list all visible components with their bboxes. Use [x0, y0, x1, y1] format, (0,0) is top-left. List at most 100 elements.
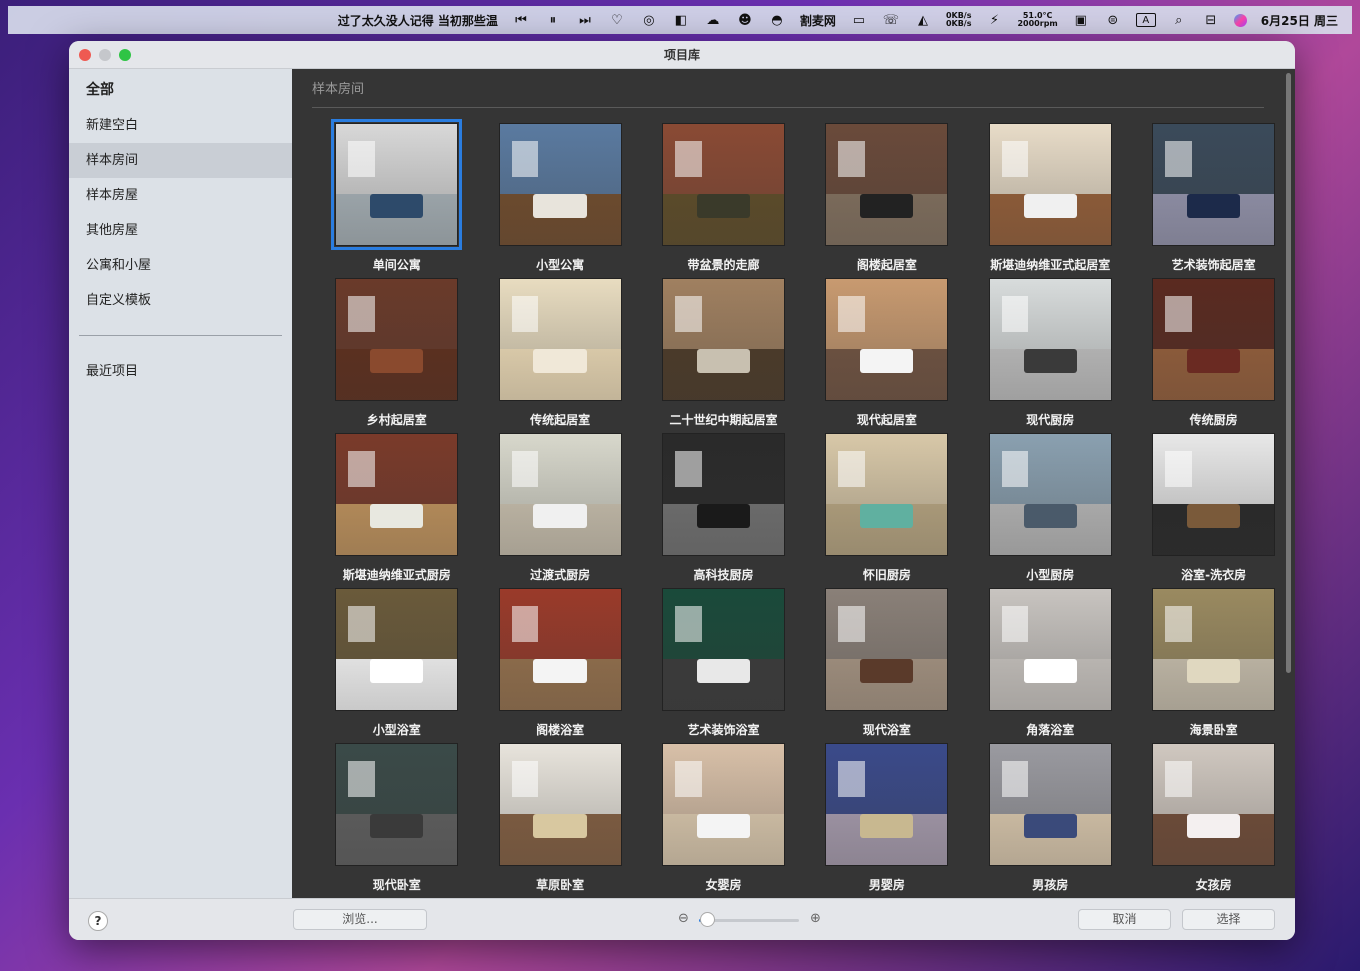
previous-track-icon[interactable]: ⏮: [512, 13, 530, 28]
browse-button[interactable]: 浏览...: [293, 909, 427, 930]
room-thumbnail[interactable]: [335, 433, 459, 556]
room-thumbnail[interactable]: [498, 433, 622, 556]
room-thumbnail[interactable]: [661, 588, 785, 711]
room-thumbnail[interactable]: [825, 278, 949, 401]
room-template-item[interactable]: 传统厨房: [1132, 278, 1295, 433]
room-thumbnail[interactable]: [1152, 588, 1276, 711]
close-button[interactable]: [79, 49, 91, 61]
room-thumbnail[interactable]: [331, 119, 463, 250]
room-template-item[interactable]: 小型厨房: [969, 433, 1132, 588]
room-thumbnail[interactable]: [988, 278, 1112, 401]
room-thumbnail[interactable]: [825, 123, 949, 246]
room-thumbnail[interactable]: [1152, 433, 1276, 556]
room-thumbnail[interactable]: [825, 588, 949, 711]
room-template-item[interactable]: 带盆景的走廊: [642, 123, 805, 278]
room-thumbnail[interactable]: [661, 743, 785, 866]
zoom-in-icon[interactable]: ⊕: [810, 911, 821, 926]
room-template-item[interactable]: 阁楼起居室: [805, 123, 968, 278]
room-thumbnail[interactable]: [825, 743, 949, 866]
room-template-item[interactable]: 海景卧室: [1132, 588, 1295, 743]
room-template-item[interactable]: 艺术装饰起居室: [1132, 123, 1295, 278]
room-thumbnail[interactable]: [498, 278, 622, 401]
clipboard-icon[interactable]: ⊜: [1104, 13, 1122, 28]
room-template-item[interactable]: 现代卧室: [315, 743, 478, 898]
network-icon[interactable]: ◓: [768, 13, 786, 28]
room-template-item[interactable]: 女婴房: [642, 743, 805, 898]
cat-head-icon[interactable]: ◭: [914, 13, 932, 28]
room-template-item[interactable]: 二十世纪中期起居室: [642, 278, 805, 433]
sidebar-item-other-houses[interactable]: 其他房屋: [69, 213, 292, 248]
room-template-item[interactable]: 草原卧室: [478, 743, 641, 898]
music-app-icon[interactable]: ◎: [640, 13, 658, 28]
room-template-item[interactable]: 单间公寓: [315, 119, 478, 278]
room-template-item[interactable]: 艺术装饰浴室: [642, 588, 805, 743]
siri-icon[interactable]: [1233, 13, 1247, 27]
room-template-item[interactable]: 小型浴室: [315, 588, 478, 743]
next-track-icon[interactable]: ⏭: [576, 13, 594, 28]
sidebar-item-sample-houses[interactable]: 样本房屋: [69, 178, 292, 213]
room-template-item[interactable]: 现代浴室: [805, 588, 968, 743]
room-template-item[interactable]: 传统起居室: [478, 278, 641, 433]
sidebar-item-new-blank[interactable]: 新建空白: [69, 108, 292, 143]
cloud-app-icon[interactable]: ☁: [704, 13, 722, 28]
cancel-button[interactable]: 取消: [1078, 909, 1171, 930]
room-thumbnail[interactable]: [498, 743, 622, 866]
room-thumbnail[interactable]: [661, 433, 785, 556]
display-icon[interactable]: ▭: [850, 13, 868, 28]
zoom-out-icon[interactable]: ⊖: [678, 911, 689, 926]
room-template-item[interactable]: 现代厨房: [969, 278, 1132, 433]
room-template-item[interactable]: 角落浴室: [969, 588, 1132, 743]
minimize-button[interactable]: [99, 49, 111, 61]
vertical-scrollbar[interactable]: [1286, 73, 1291, 673]
cat-app-icon[interactable]: ☻: [736, 13, 754, 28]
zoom-button[interactable]: [119, 49, 131, 61]
room-thumbnail[interactable]: [335, 278, 459, 401]
room-template-item[interactable]: 乡村起居室: [315, 278, 478, 433]
room-template-item[interactable]: 阁楼浴室: [478, 588, 641, 743]
date-time[interactable]: 6月25日 周三: [1261, 12, 1338, 29]
room-thumbnail[interactable]: [988, 433, 1112, 556]
control-center-icon[interactable]: ⊟: [1202, 13, 1220, 28]
room-thumbnail[interactable]: [988, 123, 1112, 246]
sidebar-item-custom-templates[interactable]: 自定义模板: [69, 283, 292, 318]
room-template-item[interactable]: 斯堪迪纳维亚式厨房: [315, 433, 478, 588]
room-template-item[interactable]: 斯堪迪纳维亚式起居室: [969, 123, 1132, 278]
sensor-readout[interactable]: 51.0°C 2000rpm: [1017, 12, 1057, 28]
d-app-icon[interactable]: ◧: [672, 13, 690, 28]
sidebar-item-sample-rooms[interactable]: 样本房间: [69, 143, 292, 178]
pause-icon[interactable]: ⏸: [544, 13, 562, 28]
room-template-item[interactable]: 怀旧厨房: [805, 433, 968, 588]
room-thumbnail[interactable]: [988, 588, 1112, 711]
room-thumbnail[interactable]: [661, 123, 785, 246]
room-template-item[interactable]: 现代起居室: [805, 278, 968, 433]
room-template-item[interactable]: 小型公寓: [478, 123, 641, 278]
room-thumbnail[interactable]: [988, 743, 1112, 866]
room-thumbnail[interactable]: [661, 278, 785, 401]
photo-icon[interactable]: ▣: [1072, 13, 1090, 28]
room-template-item[interactable]: 浴室-洗衣房: [1132, 433, 1295, 588]
room-template-item[interactable]: 过渡式厨房: [478, 433, 641, 588]
sidebar-item-all[interactable]: 全部: [69, 73, 292, 108]
room-template-item[interactable]: 男孩房: [969, 743, 1132, 898]
select-button[interactable]: 选择: [1182, 909, 1275, 930]
room-template-item[interactable]: 男婴房: [805, 743, 968, 898]
room-thumbnail[interactable]: [335, 588, 459, 711]
input-method-icon[interactable]: A: [1135, 13, 1156, 27]
sidebar-item-recent-projects[interactable]: 最近项目: [69, 354, 292, 389]
room-thumbnail[interactable]: [498, 588, 622, 711]
room-thumbnail[interactable]: [498, 123, 622, 246]
heart-icon[interactable]: ♡: [608, 13, 626, 28]
sidebar-item-apartments-cabins[interactable]: 公寓和小屋: [69, 248, 292, 283]
room-thumbnail[interactable]: [335, 743, 459, 866]
now-playing-text[interactable]: 过了太久没人记得 当初那些温: [338, 12, 498, 29]
room-template-item[interactable]: 高科技厨房: [642, 433, 805, 588]
slider-knob[interactable]: [700, 912, 715, 927]
power-icon[interactable]: ⚡: [985, 13, 1003, 28]
room-thumbnail[interactable]: [825, 433, 949, 556]
help-button[interactable]: ?: [88, 911, 108, 931]
search-icon[interactable]: ⌕: [1170, 13, 1188, 28]
room-template-item[interactable]: 女孩房: [1132, 743, 1295, 898]
site-label[interactable]: 割麦网: [800, 12, 836, 29]
network-speed[interactable]: 0KB/s 0KB/s: [946, 12, 972, 28]
wechat-icon[interactable]: ☏: [882, 13, 900, 28]
